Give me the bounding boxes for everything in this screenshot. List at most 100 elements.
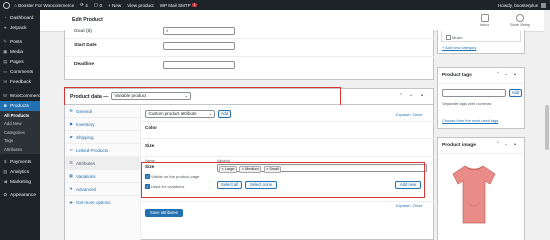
- attribute-row-color[interactable]: Color: [141, 125, 435, 139]
- new-content-link[interactable]: + New: [108, 3, 121, 8]
- highlight-size-attribute: [141, 162, 425, 198]
- wp-mail-smtp-link[interactable]: WP Mail SMTP 1: [160, 3, 198, 8]
- wordpress-logo-icon[interactable]: [3, 1, 10, 9]
- product-data-panel: ⚒ General ◆ Inventory ▰ Shipping ∞ Linked Pr…: [64, 105, 435, 240]
- product-image-title: Product image: [442, 143, 476, 148]
- tab-label: Shipping: [76, 134, 94, 140]
- sidebar-item-pages[interactable]: ▤ Pages: [0, 57, 40, 67]
- inbox-button[interactable]: Inbox: [480, 14, 489, 27]
- avatar: [541, 2, 546, 8]
- attribute-type-select[interactable]: Custom product attribute ⌄: [145, 110, 215, 118]
- toggle-panel-icon[interactable]: ▴: [421, 92, 423, 97]
- tab-inventory[interactable]: ◆ Inventory: [65, 118, 140, 131]
- save-attributes-button[interactable]: Save attributes: [145, 209, 183, 217]
- wp-mail-badge: 1: [192, 3, 198, 7]
- product-categories-box: Music + Add new category: [437, 30, 525, 54]
- updates-link[interactable]: ⟳ 4: [80, 2, 88, 8]
- plug-icon: ✚: [69, 199, 73, 205]
- move-up-icon[interactable]: ⌃: [496, 141, 500, 147]
- add-attribute-button[interactable]: Add: [218, 110, 231, 118]
- tag-input[interactable]: [442, 89, 506, 97]
- tab-shipping[interactable]: ▰ Shipping: [65, 131, 140, 144]
- products-submenu: All Products Add New Categories Tags Att…: [0, 111, 40, 154]
- expand-close-link-bottom[interactable]: Expand / Close: [396, 203, 422, 208]
- inventory-icon: ◆: [69, 121, 73, 126]
- page-scrollbar[interactable]: [544, 10, 550, 240]
- toggle-panel-icon[interactable]: ▴: [514, 71, 516, 76]
- tab-linked-products[interactable]: ∞ Linked Products: [65, 144, 140, 157]
- sidebar-item-marketing[interactable]: ◀ Marketing: [0, 178, 40, 188]
- toggle-panel-icon[interactable]: ▴: [514, 141, 516, 146]
- sidebar-item-label: Analytics: [10, 170, 30, 175]
- sidebar-item-jetpack[interactable]: ● Jetpack: [0, 23, 40, 33]
- inbox-icon: [480, 14, 489, 22]
- sidebar-item-woocommerce[interactable]: W WooCommerce: [0, 91, 43, 101]
- tab-variations[interactable]: ▦ Variations: [65, 170, 140, 183]
- scrollbar-thumb[interactable]: [545, 105, 549, 150]
- submenu-all-products[interactable]: All Products: [0, 111, 40, 120]
- sidebar-item-label: Feedback: [10, 79, 32, 85]
- attribute-name-color: Color: [145, 125, 157, 130]
- attribute-row-size[interactable]: Size: [141, 143, 435, 157]
- comments-link[interactable]: ▢ 0: [94, 2, 102, 8]
- site-name[interactable]: Booster For Woocommerce: [18, 3, 74, 8]
- product-data-tabs: ⚒ General ◆ Inventory ▰ Shipping ∞ Linked Pr…: [65, 105, 141, 240]
- pin-icon: ✎: [3, 38, 8, 44]
- submenu-attributes[interactable]: Attributes: [0, 145, 40, 154]
- sidebar-item-analytics[interactable]: ▥ Analytics: [0, 168, 40, 178]
- sidebar-item-media[interactable]: ▣ Media: [0, 47, 40, 57]
- tab-label: Get more options: [76, 200, 111, 205]
- tab-general[interactable]: ⚒ General: [65, 105, 140, 118]
- store-setup-button[interactable]: Store Setup: [510, 14, 530, 27]
- sidebar-item-label: Posts: [10, 39, 22, 45]
- move-down-icon[interactable]: ⌄: [504, 71, 508, 77]
- move-down-icon[interactable]: ⌄: [504, 141, 508, 147]
- expand-close-link-top[interactable]: Expand / Close: [396, 112, 422, 117]
- gear-icon: ✷: [69, 186, 73, 191]
- tab-attributes[interactable]: ☰ Attributes: [65, 157, 140, 170]
- appearance-icon: ✿: [3, 192, 8, 198]
- tab-label: Attributes: [76, 160, 96, 166]
- sidebar-item-feedback[interactable]: ✉ Feedback: [0, 77, 40, 87]
- submenu-categories[interactable]: Categories: [0, 128, 40, 137]
- move-down-icon[interactable]: ⌄: [409, 92, 413, 98]
- add-new-category-link[interactable]: + Add new category: [442, 45, 476, 50]
- submenu-tags[interactable]: Tags: [0, 137, 40, 146]
- sidebar-item-label: Jetpack: [10, 25, 27, 31]
- sidebar-item-products[interactable]: ■ Products: [0, 101, 40, 111]
- comment-icon: ▭: [3, 68, 8, 74]
- sidebar-item-comments[interactable]: ▭ Comments: [0, 67, 40, 77]
- dashboard-icon: ◔: [3, 14, 7, 20]
- sidebar-item-appearance[interactable]: ✿ Appearance: [0, 191, 40, 201]
- sidebar-item-payments[interactable]: $ Payments: [0, 158, 40, 168]
- tab-label: Inventory: [76, 121, 95, 127]
- home-icon[interactable]: ⌂ Booster For Woocommerce: [14, 3, 74, 8]
- sidebar-item-label: WooCommerce: [9, 93, 43, 99]
- add-tag-button[interactable]: Add: [509, 89, 522, 97]
- sidebar-item-dashboard[interactable]: ◔ Dashboard: [0, 13, 40, 23]
- tab-advanced[interactable]: ✷ Advanced: [65, 183, 140, 196]
- page-header: Edit Product Inbox Store Setup: [40, 10, 550, 32]
- move-up-icon[interactable]: ⌃: [496, 71, 500, 77]
- page-icon: ▤: [3, 58, 8, 64]
- media-icon: ▣: [3, 48, 8, 54]
- deadline-input[interactable]: [163, 61, 235, 69]
- sidebar-item-label: Marketing: [10, 180, 32, 185]
- sidebar-item-posts[interactable]: ✎ Posts: [0, 37, 40, 47]
- submenu-add-new[interactable]: Add New: [0, 120, 40, 129]
- feedback-icon: ✉: [3, 78, 8, 84]
- tab-label: General: [76, 108, 93, 114]
- payments-icon: $: [3, 159, 7, 165]
- goal-input[interactable]: 0: [163, 27, 235, 35]
- view-product-link[interactable]: View product: [127, 3, 153, 8]
- choose-most-used-tags-link[interactable]: Choose from the most used tags: [442, 118, 498, 123]
- account-menu[interactable]: Howdy, boosterplus: [498, 0, 546, 10]
- jetpack-icon: ●: [3, 24, 7, 30]
- category-checkbox[interactable]: [446, 35, 451, 40]
- move-up-icon[interactable]: ⌃: [399, 93, 403, 99]
- start-date-input[interactable]: [163, 42, 235, 50]
- page-title: Edit Product: [72, 17, 103, 23]
- updates-count: 4: [85, 2, 88, 8]
- product-tshirt-image[interactable]: [452, 163, 496, 225]
- tab-get-more-options[interactable]: ✚ Get more options: [65, 196, 140, 209]
